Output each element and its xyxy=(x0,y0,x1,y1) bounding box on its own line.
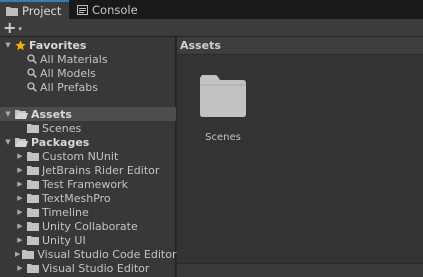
tree-item-label: Timeline xyxy=(42,205,89,219)
folder-icon xyxy=(27,179,39,189)
project-tree-panel: ▼ Favorites All Materials All Models All… xyxy=(0,37,176,277)
plus-icon: + xyxy=(3,17,17,37)
folder-icon xyxy=(27,207,39,217)
tree-item-all-models[interactable]: All Models xyxy=(0,66,176,80)
tree-item-label: All Models xyxy=(40,66,96,80)
tree-item-label: Unity UI xyxy=(42,233,86,247)
tab-console-label: Console xyxy=(92,2,138,17)
tree-item-label: Test Framework xyxy=(42,177,129,191)
folder-icon xyxy=(27,151,39,161)
tree-section-label: Assets xyxy=(31,107,72,121)
expand-arrow-icon[interactable]: ▶ xyxy=(15,235,25,245)
chevron-down-icon: ▾ xyxy=(18,24,22,33)
expand-arrow-icon[interactable]: ▼ xyxy=(3,137,13,147)
tree-item-package[interactable]: ▶ Unity UI xyxy=(0,233,176,247)
tree-item-label: Unity Collaborate xyxy=(42,219,138,233)
folder-icon xyxy=(27,235,39,245)
tree-item-package[interactable]: ▶ Visual Studio Code Editor xyxy=(0,247,176,261)
folder-icon xyxy=(27,221,39,231)
tree-item-label: Custom NUnit xyxy=(42,149,119,163)
folder-icon xyxy=(198,75,248,120)
breadcrumb: Assets xyxy=(177,37,423,55)
tree-item-package[interactable]: ▶ Timeline xyxy=(0,205,176,219)
tree-item-scenes[interactable]: Scenes xyxy=(0,121,176,135)
tree-section-packages[interactable]: ▼ Packages xyxy=(0,135,176,149)
tab-project[interactable]: Project xyxy=(0,0,69,19)
tree-item-package[interactable]: ▶ JetBrains Rider Editor xyxy=(0,163,176,177)
tree-item-label: Scenes xyxy=(42,121,82,135)
project-toolbar: + ▾ xyxy=(0,19,423,37)
tree-section-label: Packages xyxy=(31,135,90,149)
tree-item-label: TextMeshPro xyxy=(42,191,111,205)
tree-item-label: Visual Studio Editor xyxy=(42,261,150,275)
expand-arrow-icon[interactable]: ▼ xyxy=(3,109,13,119)
folder-icon xyxy=(6,6,18,16)
expand-arrow-icon[interactable]: ▶ xyxy=(15,207,25,217)
asset-grid-item-label: Scenes xyxy=(205,132,241,143)
tree-section-assets[interactable]: ▼ Assets xyxy=(0,107,176,121)
tree-item-package[interactable]: ▶ Custom NUnit xyxy=(0,149,176,163)
tree-item-label: JetBrains Rider Editor xyxy=(42,163,160,177)
search-icon xyxy=(27,68,37,78)
expand-arrow-icon[interactable]: ▼ xyxy=(3,40,13,50)
expand-arrow-icon[interactable]: ▶ xyxy=(15,221,25,231)
tree-item-package[interactable]: ▶ Test Framework xyxy=(0,177,176,191)
expand-arrow-icon[interactable]: ▶ xyxy=(15,151,25,161)
tree-item-all-prefabs[interactable]: All Prefabs xyxy=(0,80,176,94)
expand-arrow-icon[interactable]: ▶ xyxy=(15,249,20,259)
console-icon xyxy=(77,4,88,15)
create-dropdown-button[interactable]: + ▾ xyxy=(3,19,31,36)
tab-console[interactable]: Console xyxy=(71,0,141,19)
star-icon xyxy=(15,39,26,51)
open-folder-icon xyxy=(15,109,28,119)
tree-item-package[interactable]: ▶ TextMeshPro xyxy=(0,191,176,205)
tree-section-favorites[interactable]: ▼ Favorites xyxy=(0,38,176,52)
breadcrumb-item-assets[interactable]: Assets xyxy=(180,39,221,52)
folder-icon xyxy=(22,249,35,259)
expand-arrow-icon[interactable]: ▶ xyxy=(15,179,25,189)
tab-strip: Project Console xyxy=(0,0,423,19)
tree-item-label: Visual Studio Code Editor xyxy=(37,247,177,261)
project-content-panel: Assets Scenes xyxy=(177,37,423,277)
folder-icon xyxy=(27,123,39,133)
tab-project-label: Project xyxy=(22,3,62,18)
tree-item-package[interactable]: ▶ Unity Collaborate xyxy=(0,219,176,233)
folder-icon xyxy=(27,193,39,203)
expand-arrow-icon[interactable]: ▶ xyxy=(15,193,25,203)
tree-item-label: All Materials xyxy=(40,52,108,66)
tree-item-package[interactable]: ▶ Visual Studio Editor xyxy=(0,261,176,275)
tree-item-all-materials[interactable]: All Materials xyxy=(0,52,176,66)
folder-icon xyxy=(27,165,39,175)
folder-icon xyxy=(27,263,39,273)
open-folder-icon xyxy=(15,137,28,147)
asset-grid-item[interactable]: Scenes xyxy=(195,75,251,143)
expand-arrow-icon[interactable]: ▶ xyxy=(15,263,25,273)
search-icon xyxy=(27,82,37,92)
search-icon xyxy=(27,54,37,64)
status-bar xyxy=(177,263,423,277)
expand-arrow-icon[interactable]: ▶ xyxy=(15,165,25,175)
tree-item-label: All Prefabs xyxy=(40,80,98,94)
tree-section-label: Favorites xyxy=(29,38,87,52)
